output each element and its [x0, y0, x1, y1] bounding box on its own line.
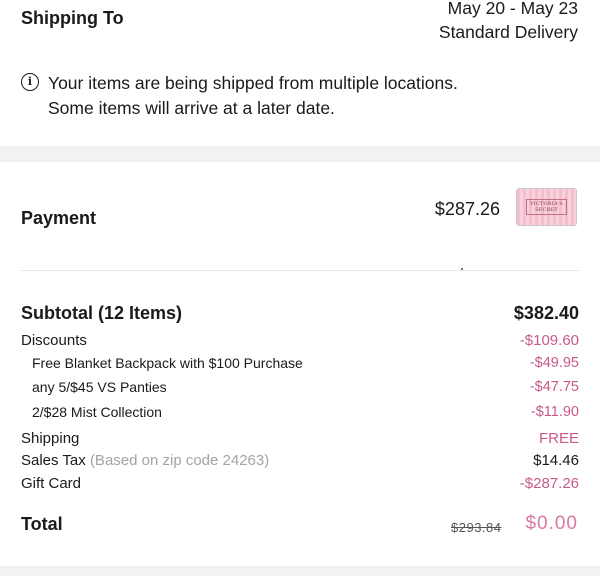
discounts-label: Discounts	[21, 332, 87, 349]
payment-section-title: Payment	[21, 208, 97, 228]
total-original-price: $293.84	[451, 520, 502, 535]
promo-label: any 5/$45 VS Panties	[32, 379, 167, 395]
discounts-value: -$109.60	[519, 332, 579, 349]
shipping-cost-value: FREE	[538, 430, 579, 447]
gift-card-image[interactable]: VICTORIA'S SECRET	[516, 188, 577, 226]
summary-divider	[21, 270, 579, 271]
delivery-estimate: May 20 - May 23 Standard Delivery	[439, 0, 578, 44]
shipping-cost-label: Shipping	[21, 430, 80, 447]
divider-dot	[461, 268, 463, 270]
notice-line-1: Your items are being shipped from multip…	[48, 73, 458, 93]
subtotal-value: $382.40	[513, 303, 579, 323]
promo-label: Free Blanket Backpack with $100 Purchase	[32, 355, 303, 371]
promo-value: -$47.75	[529, 379, 579, 395]
card-brand-logo: VICTORIA'S SECRET	[526, 199, 567, 215]
total-value: $0.00	[525, 513, 578, 534]
sales-tax-label-group: Sales Tax (Based on zip code 24263)	[21, 452, 269, 469]
card-brand-line-2: SECRET	[535, 207, 558, 213]
delivery-method: Standard Delivery	[438, 22, 578, 42]
section-divider	[0, 146, 600, 162]
info-icon: i	[21, 73, 39, 91]
bottom-divider	[0, 566, 600, 576]
promo-value: -$49.95	[529, 355, 579, 371]
shipping-section-title: Shipping To	[21, 8, 124, 28]
gift-card-label: Gift Card	[21, 475, 82, 492]
delivery-date-range: May 20 - May 23	[447, 0, 578, 18]
order-review-screen: Shipping To May 20 - May 23 Standard Del…	[0, 0, 600, 576]
split-shipment-notice: i Your items are being shipped from mult…	[21, 71, 458, 121]
sales-tax-label: Sales Tax	[21, 452, 86, 469]
total-label: Total	[21, 514, 63, 534]
subtotal-label: Subtotal (12 Items)	[21, 303, 183, 323]
sales-tax-value: $14.46	[533, 452, 579, 469]
promo-value: -$11.90	[530, 404, 579, 420]
notice-line-2: Some items will arrive at a later date.	[48, 98, 335, 118]
gift-card-value: -$287.26	[519, 475, 579, 492]
promo-label: 2/$28 Mist Collection	[32, 404, 162, 420]
payment-amount: $287.26	[434, 199, 500, 219]
sales-tax-note: (Based on zip code 24263)	[89, 452, 270, 469]
